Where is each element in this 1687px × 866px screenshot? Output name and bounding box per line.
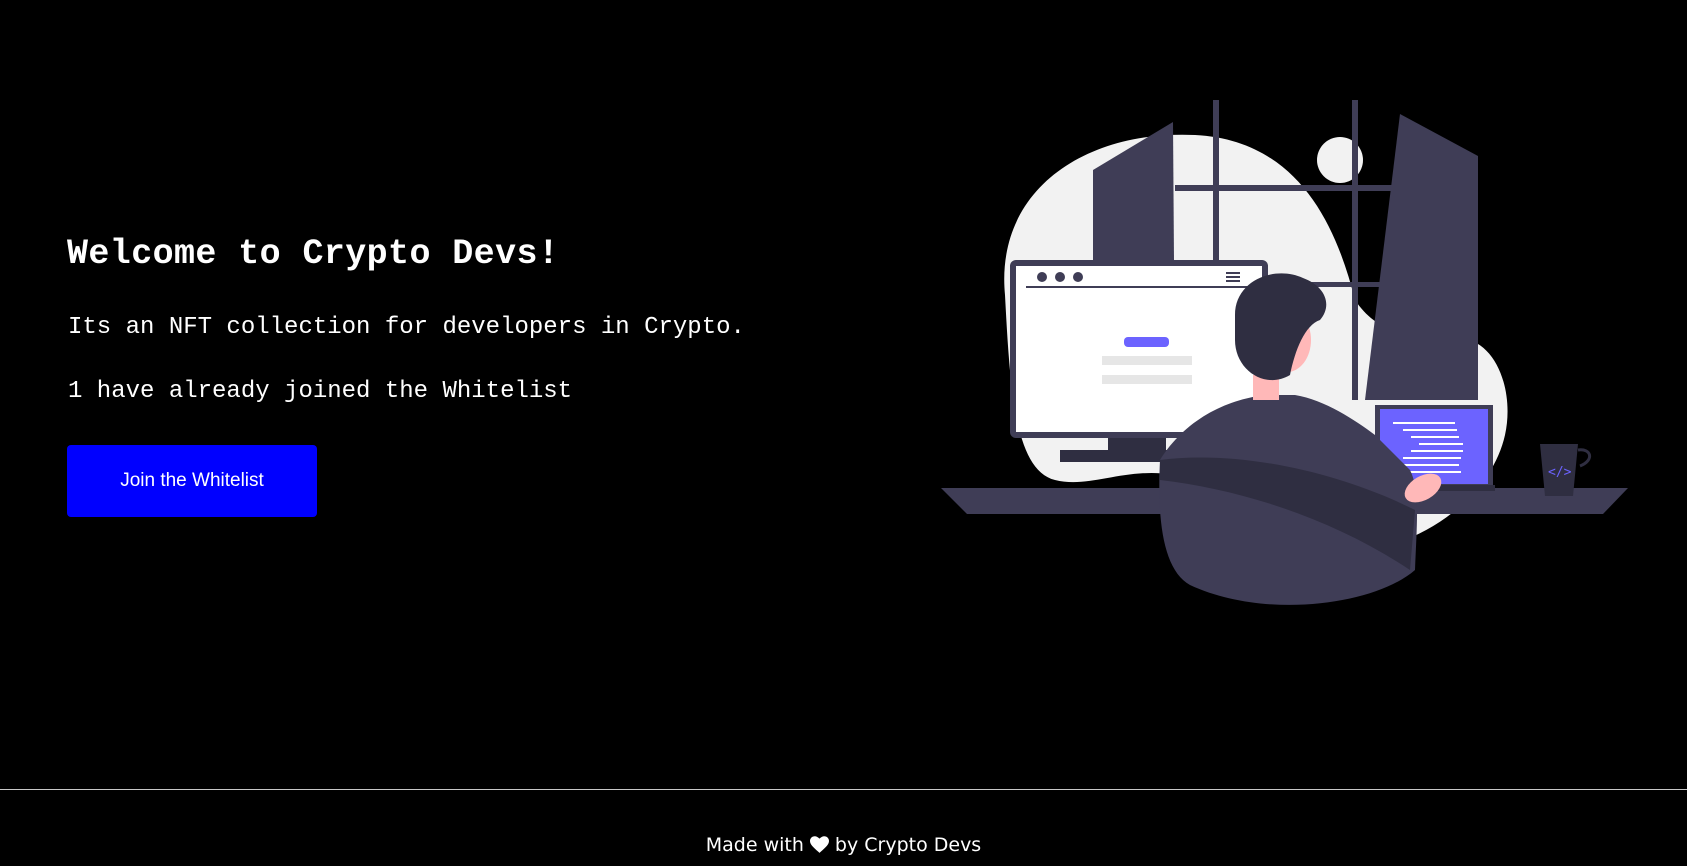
footer: Made with by Crypto Devs (0, 789, 1687, 866)
footer-by-credit: by Crypto Devs (834, 834, 982, 856)
whitelist-count-text: 1 have already joined the Whitelist (68, 378, 573, 405)
description: Its an NFT collection for developers in … (68, 314, 745, 341)
join-whitelist-button[interactable]: Join the Whitelist (67, 445, 317, 517)
menu-icon-line-2 (1226, 276, 1240, 278)
developer-illustration: </> (941, 100, 1628, 605)
screen-line-2 (1102, 375, 1192, 384)
screen-button (1124, 337, 1169, 347)
footer-text: Made with by Crypto Devs (0, 833, 1687, 857)
window-bar-vertical-2 (1352, 100, 1358, 400)
menu-icon-line-3 (1226, 280, 1240, 282)
page-title: Welcome to Crypto Devs! (67, 234, 560, 274)
building-right (1365, 114, 1478, 400)
browser-dot-3 (1073, 272, 1083, 282)
screen-line-1 (1102, 356, 1192, 365)
window-bar-horizontal (1175, 185, 1400, 191)
footer-made-with: Made with (705, 834, 804, 856)
mug-handle (1577, 448, 1591, 468)
browser-dot-2 (1055, 272, 1065, 282)
browser-dot-1 (1037, 272, 1047, 282)
heart-icon (809, 836, 829, 853)
main-section: Welcome to Crypto Devs! Its an NFT colle… (0, 0, 1687, 789)
menu-icon-line-1 (1226, 272, 1240, 274)
mug-code-glyph: </> (1548, 465, 1572, 480)
hero-text: Welcome to Crypto Devs! Its an NFT colle… (67, 228, 887, 517)
